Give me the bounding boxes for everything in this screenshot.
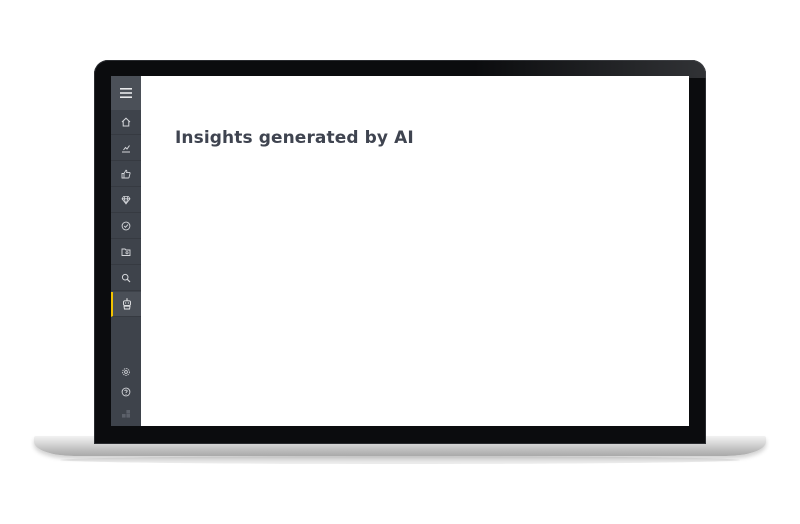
sidebar-item-ai-insights[interactable] [111,292,141,317]
search-icon [121,273,131,283]
app-screen: Insights generated by AI [111,76,689,426]
main-content: Insights generated by AI [141,76,689,426]
page-title: Insights generated by AI [175,128,414,148]
laptop-mockup: Insights generated by AI [0,0,800,524]
chart-icon [122,145,130,153]
help-icon [121,387,131,396]
home-icon [121,117,131,127]
menu-button[interactable] [111,76,141,110]
sidebar-item-analytics[interactable] [111,136,141,161]
sidebar-item-premium[interactable] [111,188,141,213]
check-circle-icon [121,221,131,231]
robot-icon [123,298,131,310]
sidebar-logo [111,401,141,426]
laptop-lid: Insights generated by AI [94,60,706,444]
sidebar-item-feedback[interactable] [111,162,141,187]
logo-icon [122,409,130,418]
sidebar-item-files[interactable] [111,240,141,265]
folder-search-icon [121,248,131,256]
sidebar-item-search[interactable] [111,266,141,291]
sidebar [111,76,141,426]
hamburger-menu-icon [120,88,132,98]
diamond-icon [121,196,131,205]
sidebar-item-tasks[interactable] [111,214,141,239]
laptop-shadow [60,456,740,464]
gear-icon [122,367,130,376]
sidebar-item-home[interactable] [111,110,141,135]
thumbs-up-icon [121,169,131,179]
